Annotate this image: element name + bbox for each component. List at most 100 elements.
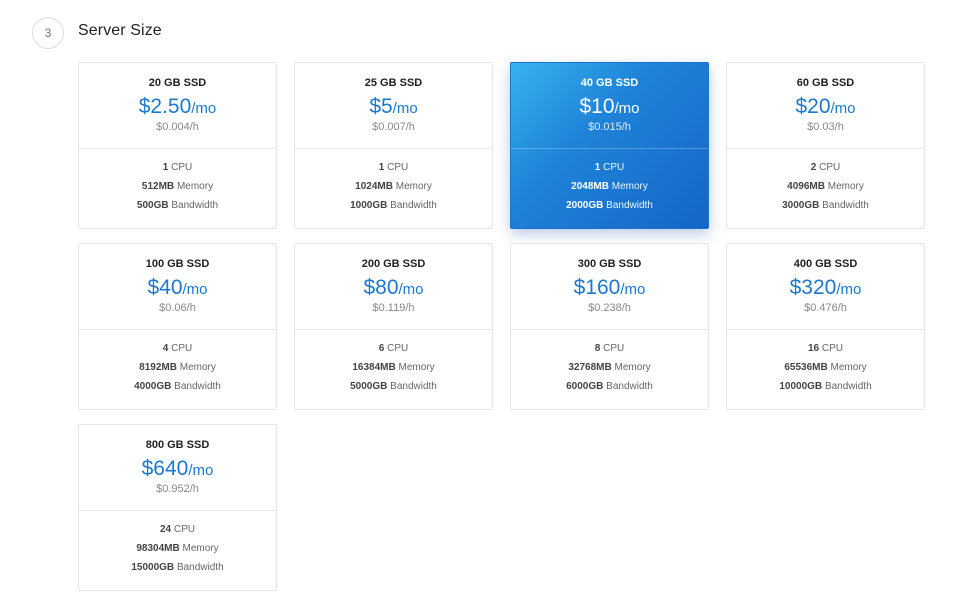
plan-memory-value: 2048MB bbox=[571, 181, 609, 192]
plan-storage: 200 GB SSD bbox=[361, 258, 426, 270]
plan-hourly-price: $0.238/h bbox=[588, 302, 631, 314]
plan-specs: 1 CPU 2048MB Memory 2000GB Bandwidth bbox=[511, 149, 708, 228]
plan-cpu-label: CPU bbox=[387, 162, 409, 173]
plan-card[interactable]: 800 GB SSD $640/mo $0.952/h 24 CPU 98304… bbox=[78, 424, 277, 591]
plan-bandwidth-value: 4000GB bbox=[134, 381, 172, 392]
plan-specs: 6 CPU 16384MB Memory 5000GB Bandwidth bbox=[295, 330, 492, 409]
plan-cpu-value: 6 bbox=[378, 343, 385, 354]
plan-cpu: 4 CPU bbox=[79, 342, 276, 361]
plan-hourly-price: $0.03/h bbox=[807, 121, 844, 133]
plan-price-period: /mo bbox=[836, 281, 862, 298]
plan-price-amount: $80 bbox=[363, 276, 399, 299]
plan-bandwidth-value: 6000GB bbox=[566, 381, 604, 392]
plan-card[interactable]: 25 GB SSD $5/mo $0.007/h 1 CPU 1024MB Me… bbox=[294, 62, 493, 229]
plan-price-amount: $640 bbox=[141, 457, 189, 480]
plan-cpu-label: CPU bbox=[603, 162, 625, 173]
plan-cpu-label: CPU bbox=[173, 524, 196, 535]
plan-bandwidth: 10000GB Bandwidth bbox=[727, 380, 924, 399]
plan-storage: 300 GB SSD bbox=[577, 258, 642, 270]
plan-memory-value: 65536MB bbox=[784, 362, 828, 373]
plan-memory-value: 1024MB bbox=[355, 181, 393, 192]
plan-bandwidth-label: Bandwidth bbox=[824, 381, 872, 392]
plan-price-amount: $320 bbox=[789, 276, 837, 299]
plan-card-header: 20 GB SSD $2.50/mo $0.004/h bbox=[79, 63, 276, 149]
plan-card[interactable]: 300 GB SSD $160/mo $0.238/h 8 CPU 32768M… bbox=[510, 243, 709, 410]
plan-card-header: 60 GB SSD $20/mo $0.03/h bbox=[727, 63, 924, 149]
plan-card-header: 800 GB SSD $640/mo $0.952/h bbox=[79, 425, 276, 511]
plan-card[interactable]: 400 GB SSD $320/mo $0.476/h 16 CPU 65536… bbox=[726, 243, 925, 410]
plan-cpu-label: CPU bbox=[171, 343, 193, 354]
plan-storage: 400 GB SSD bbox=[793, 258, 858, 270]
plan-memory-label: Memory bbox=[827, 181, 864, 192]
plan-memory-value: 98304MB bbox=[136, 543, 180, 554]
plan-card[interactable]: 60 GB SSD $20/mo $0.03/h 2 CPU 4096MB Me… bbox=[726, 62, 925, 229]
plan-bandwidth: 6000GB Bandwidth bbox=[511, 380, 708, 399]
plan-price-period: /mo bbox=[188, 462, 214, 479]
plan-bandwidth-label: Bandwidth bbox=[174, 381, 221, 392]
plan-price: $40/mo bbox=[79, 276, 276, 300]
step-number-badge: 3 bbox=[32, 17, 64, 49]
plan-hourly-price: $0.007/h bbox=[372, 121, 415, 133]
plan-card-header: 400 GB SSD $320/mo $0.476/h bbox=[727, 244, 924, 330]
plan-storage: 800 GB SSD bbox=[145, 439, 210, 451]
plan-card-header: 100 GB SSD $40/mo $0.06/h bbox=[79, 244, 276, 330]
plan-cpu-label: CPU bbox=[171, 162, 193, 173]
plan-bandwidth: 1000GB Bandwidth bbox=[295, 199, 492, 218]
plan-price-amount: $5 bbox=[369, 95, 393, 118]
plan-memory: 1024MB Memory bbox=[295, 180, 492, 199]
plan-card[interactable]: 200 GB SSD $80/mo $0.119/h 6 CPU 16384MB… bbox=[294, 243, 493, 410]
plan-bandwidth: 500GB Bandwidth bbox=[79, 199, 276, 218]
plan-cpu-value: 16 bbox=[807, 343, 820, 354]
plan-memory: 512MB Memory bbox=[79, 180, 276, 199]
plan-storage: 25 GB SSD bbox=[364, 77, 423, 89]
plan-card-header: 25 GB SSD $5/mo $0.007/h bbox=[295, 63, 492, 149]
plan-bandwidth-label: Bandwidth bbox=[606, 381, 653, 392]
plan-price: $80/mo bbox=[295, 276, 492, 300]
plan-price-period: /mo bbox=[620, 281, 646, 298]
plan-storage: 20 GB SSD bbox=[148, 77, 207, 89]
plan-cpu-value: 1 bbox=[378, 162, 385, 173]
plan-price-amount: $2.50 bbox=[138, 95, 192, 118]
plan-memory: 16384MB Memory bbox=[295, 361, 492, 380]
plan-card[interactable]: 100 GB SSD $40/mo $0.06/h 4 CPU 8192MB M… bbox=[78, 243, 277, 410]
plan-bandwidth-value: 5000GB bbox=[350, 381, 388, 392]
plan-memory: 32768MB Memory bbox=[511, 361, 708, 380]
plan-price: $10/mo bbox=[511, 95, 708, 119]
plan-specs: 1 CPU 1024MB Memory 1000GB Bandwidth bbox=[295, 149, 492, 228]
plan-memory-label: Memory bbox=[398, 362, 435, 373]
plan-card[interactable]: 40 GB SSD $10/mo $0.015/h 1 CPU 2048MB M… bbox=[510, 62, 709, 229]
plan-card[interactable]: 20 GB SSD $2.50/mo $0.004/h 1 CPU 512MB … bbox=[78, 62, 277, 229]
plan-cpu: 1 CPU bbox=[79, 161, 276, 180]
section-title: Server Size bbox=[78, 22, 162, 39]
plan-memory: 8192MB Memory bbox=[79, 361, 276, 380]
plan-bandwidth: 15000GB Bandwidth bbox=[79, 561, 276, 580]
plan-hourly-price: $0.015/h bbox=[588, 121, 631, 133]
plan-memory-label: Memory bbox=[614, 362, 651, 373]
plan-bandwidth-value: 1000GB bbox=[350, 200, 388, 211]
plan-memory: 98304MB Memory bbox=[79, 542, 276, 561]
plan-cpu: 1 CPU bbox=[295, 161, 492, 180]
plan-bandwidth-label: Bandwidth bbox=[822, 200, 869, 211]
plan-bandwidth-label: Bandwidth bbox=[606, 200, 653, 211]
plan-price-period: /mo bbox=[392, 100, 418, 117]
plan-memory-value: 32768MB bbox=[568, 362, 612, 373]
plan-hourly-price: $0.06/h bbox=[159, 302, 196, 314]
plan-bandwidth-label: Bandwidth bbox=[390, 381, 437, 392]
plan-memory-value: 512MB bbox=[141, 181, 175, 192]
plan-bandwidth: 2000GB Bandwidth bbox=[511, 199, 708, 218]
plan-cpu: 6 CPU bbox=[295, 342, 492, 361]
plan-cpu-value: 1 bbox=[594, 162, 601, 173]
plan-price-amount: $40 bbox=[147, 276, 183, 299]
plan-cpu: 1 CPU bbox=[511, 161, 708, 180]
plan-cpu: 2 CPU bbox=[727, 161, 924, 180]
plan-memory-label: Memory bbox=[182, 543, 219, 554]
plan-card-header: 300 GB SSD $160/mo $0.238/h bbox=[511, 244, 708, 330]
plan-memory-label: Memory bbox=[179, 362, 216, 373]
plan-cpu-value: 2 bbox=[810, 162, 817, 173]
plan-price-period: /mo bbox=[614, 100, 640, 117]
plan-cpu-value: 24 bbox=[159, 524, 172, 535]
plan-storage: 100 GB SSD bbox=[145, 258, 210, 270]
plan-cpu: 8 CPU bbox=[511, 342, 708, 361]
plan-bandwidth: 3000GB Bandwidth bbox=[727, 199, 924, 218]
plan-hourly-price: $0.952/h bbox=[156, 483, 199, 495]
